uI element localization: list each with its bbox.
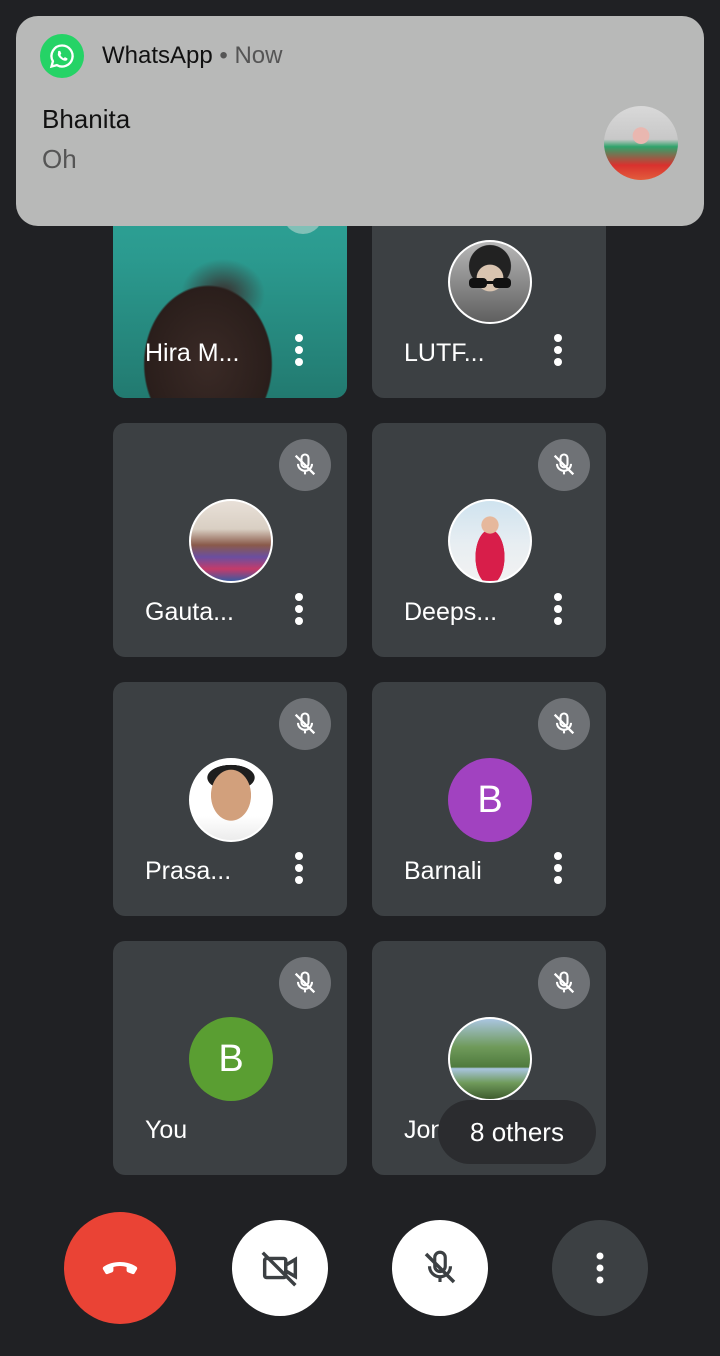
- avatar: [189, 758, 273, 842]
- mic-off-icon: [424, 1250, 456, 1284]
- more-options-button[interactable]: [546, 589, 570, 629]
- mic-off-icon: [279, 439, 331, 491]
- participant-tile[interactable]: Prasa...: [113, 682, 347, 916]
- notification-separator: •: [219, 42, 228, 69]
- call-screen: Hira M... LUTF... Gauta... Deeps... Pras…: [0, 0, 720, 1356]
- participant-name: Deeps...: [404, 598, 498, 626]
- more-options-button[interactable]: [287, 330, 311, 370]
- more-vert-icon: [596, 1252, 604, 1284]
- end-call-button[interactable]: [64, 1212, 176, 1324]
- more-vert-icon: [554, 334, 562, 366]
- participant-name: Barnali: [404, 857, 482, 885]
- notification-message: Oh: [42, 144, 77, 174]
- more-options-button[interactable]: [287, 848, 311, 888]
- participant-tile[interactable]: B Barnali: [372, 682, 606, 916]
- more-vert-icon: [295, 334, 303, 366]
- others-count-button[interactable]: 8 others: [438, 1100, 596, 1164]
- mic-off-icon: [538, 439, 590, 491]
- participant-tile[interactable]: Gauta...: [113, 423, 347, 657]
- more-vert-icon: [554, 593, 562, 625]
- participant-name: Hira M...: [145, 339, 240, 367]
- participant-name: LUTF...: [404, 339, 485, 367]
- participant-tile[interactable]: Deeps...: [372, 423, 606, 657]
- notification-time: Now: [234, 42, 283, 69]
- more-vert-icon: [554, 852, 562, 884]
- sender-avatar: [604, 106, 678, 180]
- participant-name: You: [145, 1116, 188, 1144]
- avatar: [189, 499, 273, 583]
- mic-toggle-button[interactable]: [392, 1220, 488, 1316]
- mic-off-icon: [538, 957, 590, 1009]
- call-end-icon: [102, 1262, 138, 1275]
- mic-off-icon: [538, 698, 590, 750]
- whatsapp-icon: [40, 34, 84, 78]
- avatar: [448, 1017, 532, 1101]
- sunglasses-graphic: [469, 278, 511, 288]
- mic-off-icon: [279, 698, 331, 750]
- more-options-button[interactable]: [552, 1220, 648, 1316]
- avatar-initial: B: [448, 758, 532, 842]
- avatar: [448, 499, 532, 583]
- avatar: [448, 240, 532, 324]
- whatsapp-notification[interactable]: WhatsApp • Now Bhanita Oh: [16, 16, 704, 226]
- notification-app-name: WhatsApp: [102, 42, 213, 69]
- participant-tile-self[interactable]: B You: [113, 941, 347, 1175]
- videocam-off-icon: [261, 1251, 298, 1287]
- more-vert-icon: [295, 852, 303, 884]
- participant-name: Gauta...: [145, 598, 234, 626]
- more-options-button[interactable]: [287, 589, 311, 629]
- more-options-button[interactable]: [546, 330, 570, 370]
- avatar-initial: B: [189, 1017, 273, 1101]
- participant-name: Prasa...: [145, 857, 232, 885]
- more-options-button[interactable]: [546, 848, 570, 888]
- notification-sender: Bhanita: [42, 104, 131, 134]
- notification-header: WhatsApp • Now: [102, 42, 282, 70]
- camera-toggle-button[interactable]: [232, 1220, 328, 1316]
- more-vert-icon: [295, 593, 303, 625]
- mic-off-icon: [279, 957, 331, 1009]
